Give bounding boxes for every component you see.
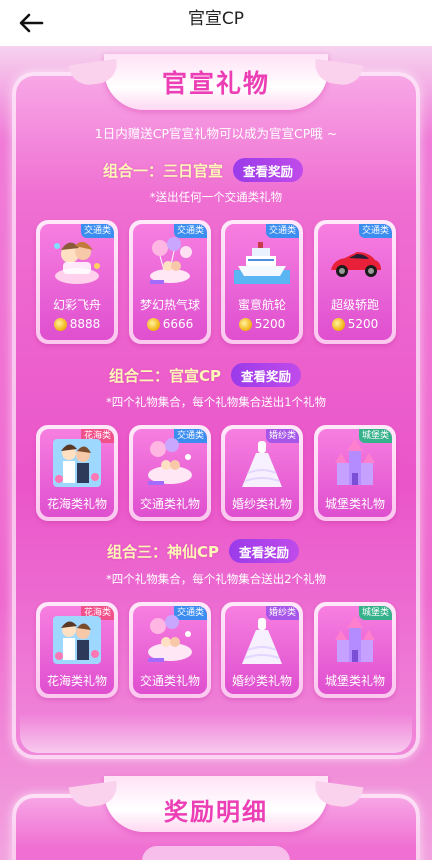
gift-card-flying-boat[interactable]: 交通类 幻彩飞舟 8888 [36, 220, 118, 344]
gift-name: 花海类礼物 [46, 497, 107, 511]
gift-name: 花海类礼物 [46, 674, 107, 688]
gift-set-card-wedding-dress[interactable]: 婚纱类 婚纱类礼物 [221, 602, 303, 698]
gift-card-sports-car[interactable]: 交通类 超级轿跑 5200 [314, 220, 396, 344]
gift-name: 超级轿跑 [330, 298, 379, 312]
reward-tab-pill[interactable] [142, 846, 290, 860]
gift-card-cruise-ship[interactable]: 交通类 蜜意航轮 5200 [221, 220, 303, 344]
coin-icon [331, 317, 345, 331]
combo-3-note: *四个礼物集合，每个礼物集合送出2个礼物 [105, 572, 327, 586]
section-subtitle: 1日内赠送CP官宣礼物可以成为官宣CP哦 ~ [94, 126, 338, 141]
gift-name: 梦幻热气球 [139, 298, 200, 312]
castle-icon [327, 612, 383, 668]
flying-boat-icon [49, 236, 105, 288]
coin-icon [53, 317, 67, 331]
gift-set-card-transport[interactable]: 交通类 交通类礼物 [129, 425, 211, 521]
gift-name: 蜜意航轮 [237, 298, 286, 312]
combo-2-view-reward-button[interactable]: 查看奖励 [231, 363, 302, 387]
gift-price: 5200 [225, 316, 299, 332]
carriage-icon [142, 612, 198, 668]
carriage-icon [142, 435, 198, 491]
gift-name: 交通类礼物 [139, 497, 200, 511]
combo-1-view-reward-button[interactable]: 查看奖励 [233, 158, 304, 182]
gift-name: 交通类礼物 [139, 674, 200, 688]
gift-set-card-castle[interactable]: 城堡类 城堡类礼物 [314, 602, 396, 698]
gift-set-card-transport[interactable]: 交通类 交通类礼物 [129, 602, 211, 698]
coin-icon [146, 317, 160, 331]
cruise-ship-icon [234, 236, 290, 288]
gift-name: 婚纱类礼物 [231, 674, 292, 688]
combo-3-label: 组合三：神仙CP [107, 542, 220, 561]
gift-price: 6666 [133, 316, 207, 332]
top-bar: 官宣CP [0, 0, 432, 46]
sports-car-icon [327, 236, 383, 288]
gift-set-card-wedding-dress[interactable]: 婚纱类 婚纱类礼物 [221, 425, 303, 521]
combo-2-note: *四个礼物集合，每个礼物集合送出1个礼物 [105, 395, 327, 409]
page-title: 官宣CP [187, 9, 245, 29]
combo-3-header: 组合三：神仙CP 查看奖励 [107, 539, 300, 563]
coin-icon [238, 317, 252, 331]
combo-3-view-reward-button[interactable]: 查看奖励 [229, 539, 300, 563]
combo-1-note: *送出任何一个交通类礼物 [149, 190, 283, 204]
combo-2-header: 组合二：官宣CP 查看奖励 [109, 363, 302, 387]
gift-set-card-castle[interactable]: 城堡类 城堡类礼物 [314, 425, 396, 521]
wedding-dress-icon [234, 612, 290, 668]
reward-section-title: 奖励明细 [164, 798, 268, 826]
gift-name: 婚纱类礼物 [231, 497, 292, 511]
gift-price: 8888 [40, 316, 114, 332]
section-title: 官宣礼物 [161, 69, 270, 98]
combo-2-label: 组合二：官宣CP [109, 366, 222, 385]
couple-flowers-icon [49, 612, 105, 668]
hot-air-balloon-icon [142, 236, 198, 288]
gift-name: 城堡类礼物 [324, 497, 385, 511]
couple-flowers-icon [49, 435, 105, 491]
wedding-dress-icon [234, 435, 290, 491]
castle-icon [327, 435, 383, 491]
gift-name: 城堡类礼物 [324, 674, 385, 688]
gift-set-card-flowers[interactable]: 花海类 花海类礼物 [36, 425, 118, 521]
combo-1-header: 组合一：三日官宣 查看奖励 [103, 158, 304, 182]
combo-1-label: 组合一：三日官宣 [103, 161, 224, 180]
gift-price: 5200 [318, 316, 392, 332]
gift-set-card-flowers[interactable]: 花海类 花海类礼物 [36, 602, 118, 698]
gift-card-hot-air-balloon[interactable]: 交通类 梦幻热气球 6666 [129, 220, 211, 344]
gift-name: 幻彩飞舟 [52, 298, 101, 312]
